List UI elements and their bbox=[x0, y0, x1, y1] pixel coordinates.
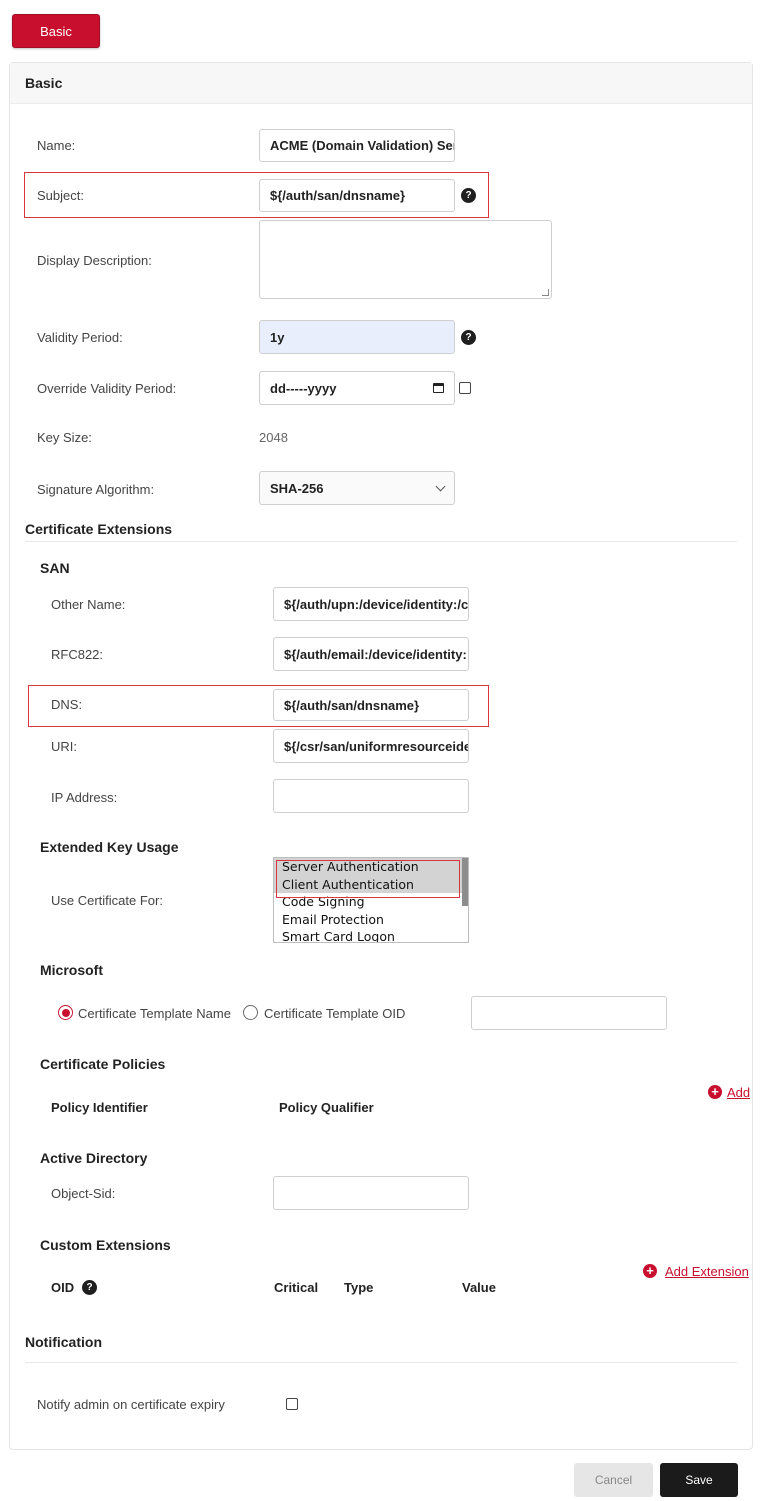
policy-identifier-column: Policy Identifier bbox=[51, 1100, 148, 1115]
subject-label: Subject: bbox=[37, 188, 84, 203]
rfc822-input[interactable]: ${/auth/email:/device/identity: bbox=[273, 637, 469, 671]
panel-header bbox=[10, 63, 752, 104]
certificate-policies-heading: Certificate Policies bbox=[40, 1056, 166, 1072]
signature-algorithm-label: Signature Algorithm: bbox=[37, 482, 155, 497]
use-certificate-for-label: Use Certificate For: bbox=[51, 893, 163, 908]
san-heading: SAN bbox=[40, 560, 70, 576]
radio-template-name[interactable] bbox=[58, 1005, 73, 1020]
date-placeholder: dd-----yyyy bbox=[270, 380, 337, 396]
plus-circle-icon[interactable]: + bbox=[708, 1085, 722, 1099]
microsoft-template-input[interactable] bbox=[471, 996, 667, 1030]
cancel-button[interactable]: Cancel bbox=[574, 1463, 653, 1497]
ip-address-input[interactable] bbox=[273, 779, 469, 813]
validity-period-input[interactable]: 1y bbox=[259, 320, 455, 354]
rfc822-label: RFC822: bbox=[51, 647, 104, 662]
signature-algorithm-value: SHA-256 bbox=[270, 480, 324, 496]
panel-title: Basic bbox=[25, 75, 63, 91]
custom-extensions-heading: Custom Extensions bbox=[40, 1237, 171, 1253]
name-label: Name: bbox=[37, 138, 76, 153]
radio-template-oid[interactable] bbox=[243, 1005, 258, 1020]
extended-key-usage-heading: Extended Key Usage bbox=[40, 839, 179, 855]
calendar-icon[interactable] bbox=[433, 383, 444, 393]
certificate-extensions-heading: Certificate Extensions bbox=[25, 521, 173, 537]
option-email-protection[interactable]: Email Protection bbox=[274, 911, 468, 929]
dns-input[interactable]: ${/auth/san/dnsname} bbox=[273, 689, 469, 721]
oid-help-icon[interactable]: ? bbox=[82, 1280, 97, 1295]
radio-template-oid-label: Certificate Template OID bbox=[264, 1006, 406, 1021]
uri-input[interactable]: ${/csr/san/uniformresourceide bbox=[273, 729, 469, 763]
signature-algorithm-select[interactable]: SHA-256 bbox=[259, 471, 455, 505]
key-size-value: 2048 bbox=[259, 430, 288, 445]
override-validity-label: Override Validity Period: bbox=[37, 381, 177, 396]
uri-label: URI: bbox=[51, 739, 77, 754]
override-validity-date-input[interactable]: dd-----yyyy bbox=[259, 371, 455, 405]
oid-column: OID bbox=[51, 1280, 75, 1295]
active-directory-heading: Active Directory bbox=[40, 1150, 148, 1166]
name-input[interactable]: ACME (Domain Validation) Ser bbox=[259, 129, 455, 162]
plus-circle-icon[interactable]: + bbox=[643, 1264, 657, 1278]
dns-label: DNS: bbox=[51, 697, 83, 712]
ip-address-label: IP Address: bbox=[51, 790, 118, 805]
subject-input[interactable]: ${/auth/san/dnsname} bbox=[259, 179, 455, 212]
value-column: Value bbox=[462, 1280, 496, 1295]
other-name-input[interactable]: ${/auth/upn:/device/identity:/c bbox=[273, 587, 469, 621]
policy-qualifier-column: Policy Qualifier bbox=[279, 1100, 374, 1115]
add-policy-link[interactable]: Add bbox=[727, 1085, 750, 1100]
option-smart-card-logon[interactable]: Smart Card Logon bbox=[274, 928, 468, 942]
notification-heading: Notification bbox=[25, 1334, 102, 1350]
key-size-label: Key Size: bbox=[37, 430, 92, 445]
other-name-label: Other Name: bbox=[51, 597, 126, 612]
add-extension-link[interactable]: Add Extension bbox=[665, 1264, 749, 1279]
display-description-label: Display Description: bbox=[37, 253, 152, 268]
microsoft-heading: Microsoft bbox=[40, 962, 103, 978]
chevron-down-icon bbox=[435, 481, 446, 491]
eku-highlight-box bbox=[276, 860, 460, 898]
critical-column: Critical bbox=[274, 1280, 319, 1295]
validity-period-label: Validity Period: bbox=[37, 330, 123, 345]
basic-tab-button[interactable]: Basic bbox=[12, 14, 100, 48]
type-column: Type bbox=[344, 1280, 374, 1295]
save-button[interactable]: Save bbox=[660, 1463, 738, 1497]
validity-help-icon[interactable]: ? bbox=[461, 330, 476, 345]
subject-help-icon[interactable]: ? bbox=[461, 188, 476, 203]
divider bbox=[25, 1362, 737, 1363]
divider bbox=[25, 541, 737, 542]
object-sid-label: Object-Sid: bbox=[51, 1186, 116, 1201]
listbox-scrollbar[interactable] bbox=[462, 858, 468, 906]
notify-admin-label: Notify admin on certificate expiry bbox=[37, 1397, 225, 1412]
notify-admin-checkbox[interactable] bbox=[286, 1398, 298, 1410]
display-description-textarea[interactable] bbox=[259, 220, 552, 299]
resize-handle-icon[interactable] bbox=[542, 289, 549, 296]
object-sid-input[interactable] bbox=[273, 1176, 469, 1210]
override-validity-checkbox[interactable] bbox=[459, 382, 471, 394]
radio-template-name-label: Certificate Template Name bbox=[78, 1006, 231, 1021]
